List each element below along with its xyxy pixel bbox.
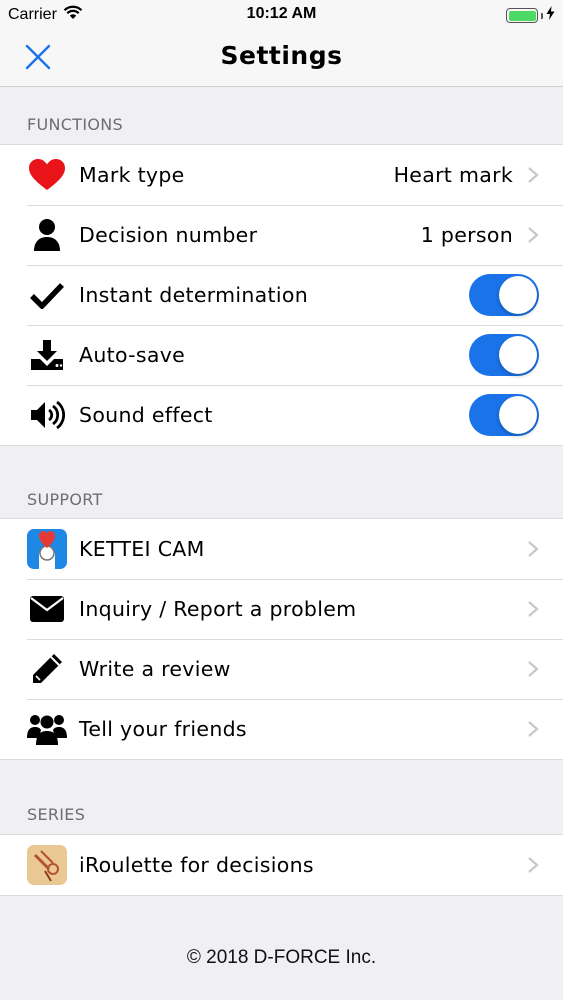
chevron-right-icon: [527, 540, 539, 558]
person-icon: [27, 215, 67, 255]
sound-effect-label: Sound effect: [79, 403, 213, 427]
mark-type-row[interactable]: Mark type Heart mark: [0, 145, 563, 205]
mark-type-label: Mark type: [79, 163, 185, 187]
status-time: 10:12 AM: [246, 5, 317, 22]
battery-indicator: [506, 6, 555, 25]
envelope-icon: [27, 589, 67, 629]
kettei-cam-label: KETTEI CAM: [79, 537, 205, 561]
instant-determination-toggle[interactable]: [469, 274, 539, 316]
pencil-icon: [27, 649, 67, 689]
support-group: KETTEI CAM Inquiry / Report a problem Wr…: [0, 518, 563, 760]
speaker-icon: [27, 395, 67, 435]
iroulette-row[interactable]: iRoulette for decisions: [0, 835, 563, 895]
auto-save-label: Auto-save: [79, 343, 186, 367]
chevron-right-icon: [527, 166, 539, 184]
tell-friends-row[interactable]: Tell your friends: [0, 699, 563, 759]
checkmark-icon: [27, 275, 67, 315]
download-icon: [27, 335, 67, 375]
decision-number-value: 1 person: [420, 223, 513, 247]
chevron-right-icon: [527, 856, 539, 874]
people-icon: [27, 709, 67, 749]
chevron-right-icon: [527, 660, 539, 678]
write-review-row[interactable]: Write a review: [0, 639, 563, 699]
series-group: iRoulette for decisions: [0, 834, 563, 896]
section-header-series: SERIES: [27, 805, 86, 824]
instant-determination-row: Instant determination: [0, 265, 563, 325]
page-title: Settings: [220, 41, 343, 70]
status-bar: Carrier 10:12 AM: [0, 0, 563, 28]
sound-effect-toggle[interactable]: [469, 394, 539, 436]
section-header-functions: FUNCTIONS: [27, 115, 123, 134]
auto-save-toggle[interactable]: [469, 334, 539, 376]
iroulette-label: iRoulette for decisions: [79, 853, 314, 877]
write-review-label: Write a review: [79, 657, 231, 681]
chevron-right-icon: [527, 226, 539, 244]
charging-bolt-icon: [546, 6, 555, 25]
sound-effect-row: Sound effect: [0, 385, 563, 445]
section-header-support: SUPPORT: [27, 490, 103, 509]
iroulette-app-icon: [27, 845, 67, 885]
heart-icon: [27, 155, 67, 195]
instant-determination-label: Instant determination: [79, 283, 308, 307]
kettei-cam-row[interactable]: KETTEI CAM: [0, 519, 563, 579]
battery-icon: [506, 8, 538, 23]
copyright-footer: © 2018 D-FORCE Inc.: [186, 947, 377, 968]
decision-number-row[interactable]: Decision number 1 person: [0, 205, 563, 265]
navigation-bar: Settings: [0, 28, 563, 87]
functions-group: Mark type Heart mark Decision number 1 p…: [0, 144, 563, 446]
chevron-right-icon: [527, 600, 539, 618]
tell-friends-label: Tell your friends: [79, 717, 247, 741]
decision-number-label: Decision number: [79, 223, 258, 247]
inquiry-label: Inquiry / Report a problem: [79, 597, 357, 621]
auto-save-row: Auto-save: [0, 325, 563, 385]
chevron-right-icon: [527, 720, 539, 738]
mark-type-value: Heart mark: [393, 163, 513, 187]
kettei-cam-app-icon: [27, 529, 67, 569]
inquiry-row[interactable]: Inquiry / Report a problem: [0, 579, 563, 639]
